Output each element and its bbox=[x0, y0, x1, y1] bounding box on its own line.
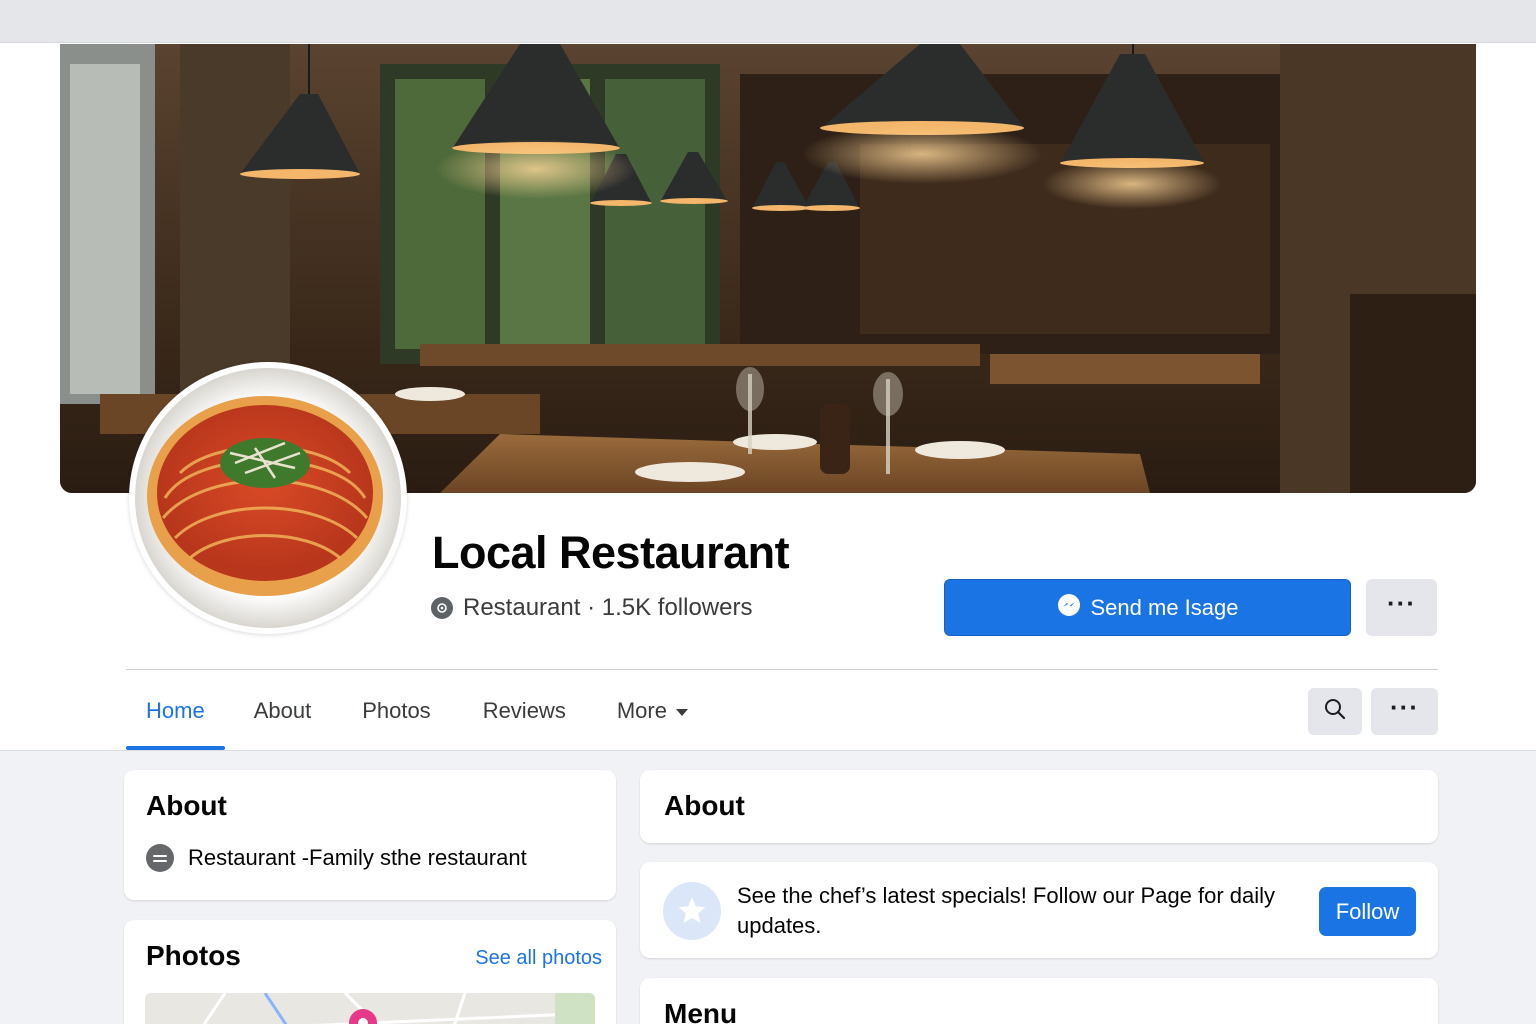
about-intro-title: About bbox=[146, 790, 227, 821]
follow-prompt-card: See the chef’s latest specials! Follow o… bbox=[640, 862, 1438, 958]
photos-card: Photos See all photos bbox=[124, 920, 616, 1024]
follow-prompt-text: See the chef’s latest specials! Follow o… bbox=[737, 883, 1276, 938]
photo-thumbnail[interactable] bbox=[145, 993, 595, 1024]
search-icon bbox=[1324, 698, 1346, 725]
about-category-text: Restaurant -Family sthe restaurant bbox=[188, 845, 527, 870]
subline-separator: · bbox=[580, 594, 602, 621]
about-intro-card: About Restaurant -Family sthe restaurant bbox=[124, 770, 616, 900]
map-image bbox=[145, 993, 595, 1024]
header-divider bbox=[126, 669, 1438, 670]
about-card-title: About bbox=[664, 790, 745, 821]
tab-photos[interactable]: Photos bbox=[333, 672, 457, 750]
more-dots-icon: ··· bbox=[1387, 587, 1416, 618]
follow-button[interactable]: Follow bbox=[1319, 887, 1416, 936]
see-all-photos-link[interactable]: See all photos bbox=[475, 947, 602, 970]
menu-card-title: Menu bbox=[664, 998, 738, 1024]
nav-more-button[interactable]: ··· bbox=[1371, 688, 1438, 735]
profile-picture[interactable] bbox=[129, 362, 407, 634]
tab-about[interactable]: About bbox=[225, 672, 334, 750]
send-message-label: Send me Isage bbox=[1090, 594, 1239, 620]
tab-home[interactable]: Home bbox=[126, 672, 225, 750]
page-tabs: Home About Photos Reviews More bbox=[126, 672, 708, 750]
page-search-button[interactable] bbox=[1308, 688, 1362, 735]
tab-reviews[interactable]: Reviews bbox=[457, 672, 592, 750]
tab-more[interactable]: More bbox=[592, 672, 708, 750]
about-category-row: Restaurant -Family sthe restaurant bbox=[146, 844, 594, 872]
page-category: Restaurant bbox=[463, 594, 581, 621]
browser-top-strip bbox=[0, 0, 1536, 43]
page-subline: Restaurant · 1.5K followers bbox=[431, 594, 752, 622]
follower-count: 1.5K followers bbox=[601, 594, 753, 621]
page-more-button[interactable]: ··· bbox=[1366, 579, 1437, 636]
page-title: Local Restaurant bbox=[432, 527, 790, 578]
info-icon bbox=[146, 844, 174, 872]
menu-card: Menu bbox=[640, 978, 1438, 1024]
caret-down-icon bbox=[675, 708, 688, 716]
messenger-icon bbox=[1057, 593, 1081, 623]
spaghetti-dish-image bbox=[135, 368, 401, 628]
category-icon bbox=[431, 597, 453, 619]
send-message-button[interactable]: Send me Isage bbox=[944, 579, 1351, 636]
more-dots-icon: ··· bbox=[1390, 691, 1419, 722]
about-card: About bbox=[640, 770, 1438, 843]
star-icon bbox=[663, 882, 721, 940]
